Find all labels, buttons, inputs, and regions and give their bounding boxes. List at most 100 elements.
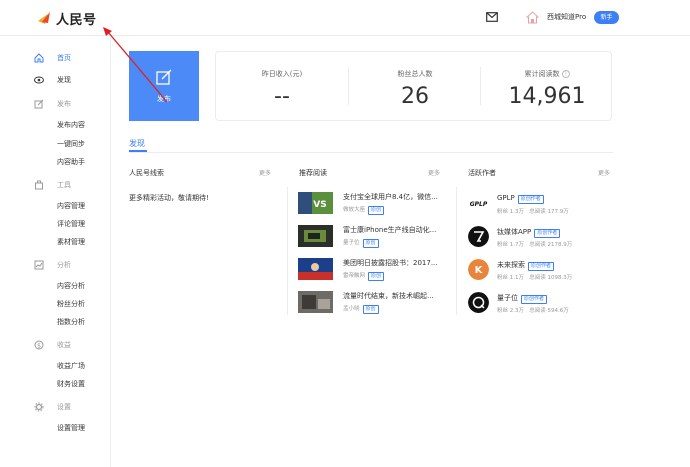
sidebar-item-comment-manage[interactable]: 评论管理 [57,219,85,229]
author-avatar: K [468,259,489,280]
author-meta: 粉丝 1.3万 总阅读 177.9万 [497,207,569,215]
sidebar-group-label: 收益 [57,341,71,349]
sidebar-group-label: 发布 [57,100,71,108]
gplp-logo-text: GPLP [470,201,488,208]
sidebar-item-content-manage[interactable]: 内容管理 [57,201,85,211]
sidebar-item-index-analysis[interactable]: 指数分析 [57,317,85,327]
stat-label: 累计阅读数? [481,69,613,79]
stat-label: 粉丝总人数 [397,70,433,78]
logo[interactable]: 人民号 [38,9,97,28]
article-meta: 做放大座 原创 [343,205,385,215]
sidebar-item-home[interactable]: 首页 [34,52,71,64]
article-title: 美团明日披露招股书：2017... [343,259,438,267]
k-logo-text: K [475,265,484,276]
author-reads: 总阅读 1098.3万 [529,275,573,281]
author-tag: 原创作者 [534,229,561,238]
article-item[interactable]: 富士康iPhone生产线自动化... 量子位 原创 [298,225,448,249]
author-item[interactable]: K 未来探索 原创作者 粉丝 1.1万 总阅读 1098.3万 [468,259,618,283]
top-bar: 人民号 西城知道Pro 新手 [0,0,690,36]
author-name: 未来探索 原创作者 [497,260,555,271]
article-thumbnail [298,258,333,280]
sidebar-item-assistant[interactable]: 内容助手 [57,157,85,167]
user-avatar-icon[interactable] [526,11,539,24]
recommended-title: 推荐阅读 [299,169,327,177]
sidebar: 首页 发现 发布 发布内容 一键同步 内容助手 工具 内容管理 评论管理 素材管… [0,37,111,467]
sidebar-group-label: 设置 [57,403,71,411]
article-meta: 雷帝触网 原创 [343,271,385,281]
author-item[interactable]: GPLP GPLP 原创作者 粉丝 1.3万 总阅读 177.9万 [468,193,618,217]
help-icon[interactable]: ? [561,70,570,78]
author-reads: 总阅读 177.9万 [529,209,569,215]
authors-title: 活跃作者 [468,169,496,177]
clues-empty-text: 更多精彩活动，敬请期待! [129,194,209,202]
sidebar-item-publish-content[interactable]: 发布内容 [57,120,85,130]
author-name: GPLP 原创作者 [497,194,544,204]
author-fans: 粉丝 1.3万 [497,209,524,215]
logo-text: 人民号 [56,12,97,28]
author-name-text: 钛媒体APP [497,228,532,236]
author-meta: 粉丝 1.1万 总阅读 1098.3万 [497,273,572,281]
author-fans: 粉丝 1.7万 [497,242,524,248]
clues-more-link[interactable]: 更多 [259,168,271,177]
author-item[interactable]: 钛媒体APP 原创作者 粉丝 1.7万 总阅读 2178.9万 [468,226,618,250]
clues-title: 人民号线索 [129,169,164,177]
sidebar-item-income-square[interactable]: 收益广场 [57,361,85,371]
tab-discover[interactable]: 发现 [129,138,145,149]
column-divider [456,187,457,315]
sidebar-group-income: $ 收益 [34,339,71,351]
authors-more-link[interactable]: 更多 [598,168,610,177]
sidebar-item-label: 发现 [57,76,71,84]
author-meta: 粉丝 2.3万 总阅读 594.6万 [497,306,569,314]
svg-text:$: $ [37,342,41,349]
article-title: 流量时代结束，新技术崛起... [343,292,434,300]
author-name-text: GPLP [497,194,515,202]
article-item[interactable]: VS 支付宝全球用户8.4亿，微信... 做放大座 原创 [298,192,448,216]
original-tag: 原创 [368,206,385,215]
article-item[interactable]: 流量时代结束，新技术崛起... 孟小晓 原创 [298,291,448,315]
sidebar-item-discover[interactable]: 发现 [34,74,71,86]
home-icon [34,53,44,63]
article-source: 孟小晓 [343,306,360,312]
original-tag: 原创 [362,239,379,248]
stat-value: 26 [401,84,429,109]
sidebar-group-label: 工具 [57,181,71,189]
original-tag: 原创 [368,272,385,281]
username[interactable]: 西城知道Pro [547,12,586,22]
sidebar-group-analysis: 分析 [34,259,71,271]
author-tag: 原创作者 [521,295,548,304]
author-item[interactable]: 量子位 原创作者 粉丝 2.3万 总阅读 594.6万 [468,292,618,316]
sidebar-item-finance-settings[interactable]: 财务设置 [57,379,85,389]
sidebar-item-material-manage[interactable]: 素材管理 [57,237,85,247]
article-meta: 量子位 原创 [343,238,379,248]
article-source: 量子位 [343,240,360,246]
article-source: 做放大座 [343,207,366,213]
stat-value: 14,961 [508,84,586,109]
sidebar-item-label: 首页 [57,54,71,62]
sidebar-group-publish: 发布 [34,98,71,110]
author-name-text: 未来探索 [497,261,525,269]
sidebar-item-settings-manage[interactable]: 设置管理 [57,423,85,433]
stat-label: 昨日收入(元) [261,70,303,78]
mail-icon[interactable] [486,12,498,22]
stat-label-text: 累计阅读数 [524,70,560,78]
stat-value: -- [274,84,290,109]
sidebar-item-content-analysis[interactable]: 内容分析 [57,281,85,291]
author-avatar [468,292,489,313]
author-meta: 粉丝 1.7万 总阅读 2178.9万 [497,240,572,248]
author-reads: 总阅读 2178.9万 [529,242,573,248]
sidebar-item-fans-analysis[interactable]: 粉丝分析 [57,299,85,309]
author-name: 钛媒体APP 原创作者 [497,227,561,238]
publish-label: 发布 [157,95,171,103]
author-fans: 粉丝 1.1万 [497,275,524,281]
sidebar-item-sync[interactable]: 一键同步 [57,139,85,149]
edit-icon [34,99,44,109]
column-divider [287,187,288,315]
article-item[interactable]: 美团明日披露招股书：2017... 雷帝触网 原创 [298,258,448,282]
gear-icon [34,402,44,412]
logo-icon [38,12,50,24]
author-tag: 原创作者 [517,195,544,204]
stat-fans: 粉丝总人数 26 [349,52,481,122]
original-tag: 原创 [362,305,379,314]
publish-button[interactable]: 发布 [129,51,199,121]
recommended-more-link[interactable]: 更多 [428,168,440,177]
